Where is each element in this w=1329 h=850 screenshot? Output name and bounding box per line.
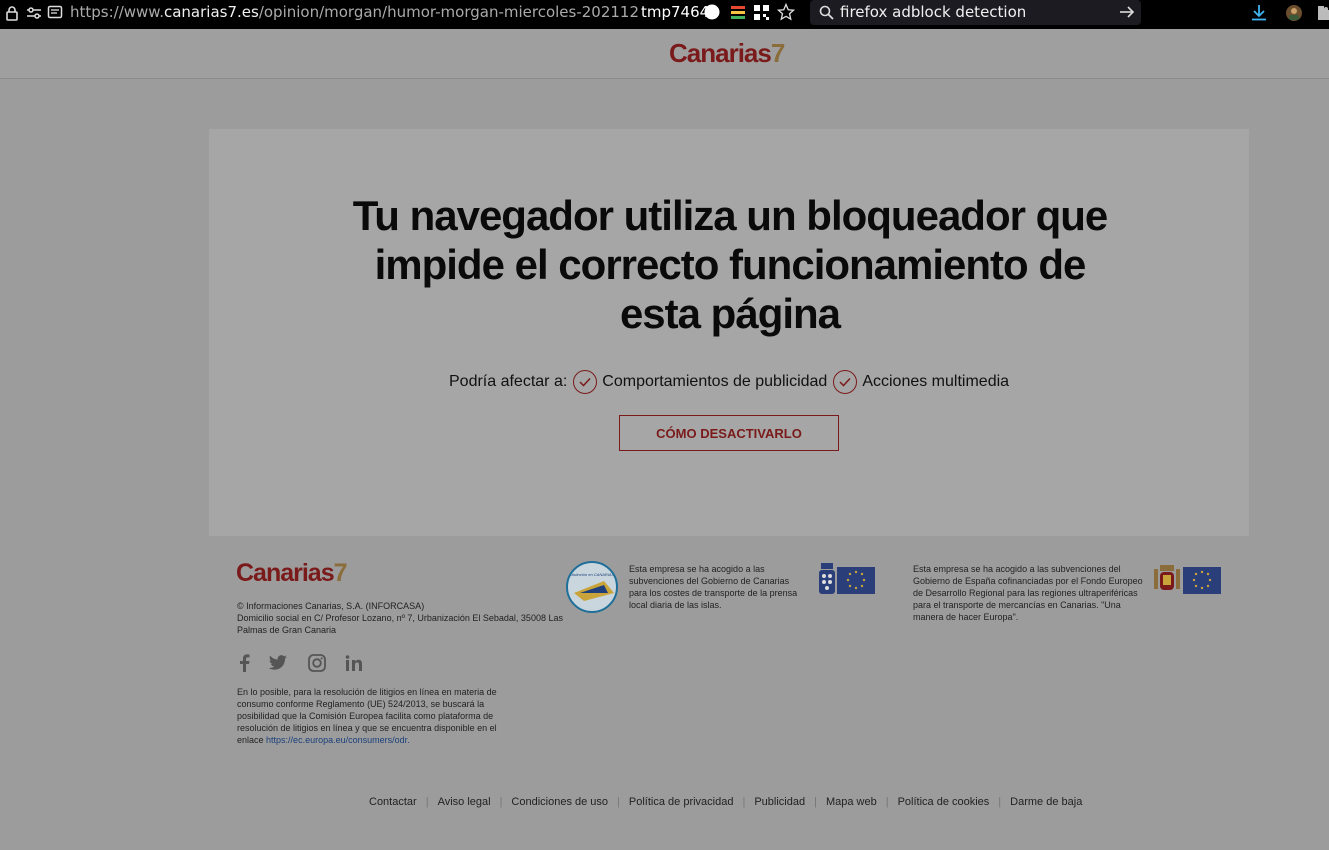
footer-logo[interactable]: Canarias7	[236, 559, 348, 588]
footer-link-privacy[interactable]: Política de privacidad	[620, 796, 743, 808]
browser-toolbar: https://www.canarias7.es/opinion/morgan/…	[0, 0, 1329, 29]
spain-coat-of-arms-icon	[1152, 563, 1182, 595]
check-circle-icon	[573, 370, 598, 394]
footer-logo-text: Canarias	[236, 559, 335, 587]
adblock-headline: Tu navegador utiliza un bloqueador que i…	[352, 192, 1109, 337]
canarias-coat-of-arms-icon	[818, 563, 836, 595]
affect-row: Podría afectar a: Comportamientos de pub…	[449, 370, 1009, 394]
linkedin-icon[interactable]	[343, 652, 365, 674]
affect-item-advertising: Comportamientos de publicidad	[602, 373, 828, 390]
bookmark-star-icon[interactable]	[777, 3, 795, 21]
eu-flag-icon	[1183, 567, 1221, 594]
downloads-icon[interactable]	[1251, 4, 1267, 21]
qr-code-icon[interactable]	[754, 5, 769, 20]
site-header: Canarias7	[0, 29, 1329, 79]
logo-number: 7	[770, 38, 786, 68]
footer-link-contact[interactable]: Contactar	[360, 796, 426, 808]
affect-label: Podría afectar a:	[449, 373, 568, 390]
reader-view-icon[interactable]	[47, 5, 63, 21]
container-dot-icon[interactable]	[704, 4, 720, 20]
grant-spain-text: Esta empresa se ha acogido a las subvenc…	[913, 564, 1143, 622]
footer-link-sitemap[interactable]: Mapa web	[817, 796, 886, 808]
check-circle-icon	[833, 370, 858, 394]
badge-text: Distinción en CANARIAS	[569, 572, 615, 577]
url-prefix: https://www.	[70, 3, 164, 21]
footer-link-terms[interactable]: Condiciones de uso	[502, 796, 617, 808]
company-address: Domicilio social en C/ Profesor Lozano, …	[237, 613, 563, 635]
permissions-icon[interactable]	[26, 6, 42, 20]
facebook-icon[interactable]	[233, 652, 255, 674]
footer-logo-number: 7	[333, 559, 348, 587]
footer-links: Contactar | Aviso legal | Condiciones de u…	[360, 796, 1091, 808]
eu-flag-icon	[837, 567, 875, 594]
grant-canarias-text: Esta empresa se ha acogido a las subvenc…	[629, 564, 798, 610]
lock-icon[interactable]	[5, 5, 19, 21]
url-path: /opinion/morgan/humor-morgan-miercoles-2…	[258, 3, 638, 21]
search-icon	[819, 5, 834, 20]
extension-stack-icon[interactable]	[730, 4, 746, 22]
profile-avatar-icon[interactable]	[1285, 4, 1303, 22]
site-logo[interactable]: Canarias7	[669, 38, 786, 69]
extension-puzzle-icon[interactable]	[1316, 4, 1329, 22]
url-host: canarias7.es	[163, 3, 259, 21]
how-to-disable-button[interactable]: CÓMO DESACTIVARLO	[619, 415, 839, 451]
container-label: tmp7464	[641, 3, 710, 21]
canarias-distinction-badge: Distinción en CANARIAS	[566, 561, 618, 613]
footer-link-advertising[interactable]: Publicidad	[745, 796, 814, 808]
logo-text: Canarias	[669, 38, 772, 68]
footer-link-cookies[interactable]: Política de cookies	[889, 796, 999, 808]
url-bar[interactable]: https://www.canarias7.es/opinion/morgan/…	[70, 3, 638, 21]
twitter-icon[interactable]	[267, 652, 289, 674]
litigation-notice: En lo posible, para la resolución de lit…	[237, 686, 507, 746]
instagram-icon[interactable]	[306, 652, 328, 674]
footer-link-legal[interactable]: Aviso legal	[429, 796, 500, 808]
company-name: © Informaciones Canarias, S.A. (INFORCAS…	[237, 601, 425, 611]
odr-link[interactable]: https://ec.europa.eu/consumers/odr.	[266, 735, 410, 745]
search-query: firefox adblock detection	[840, 3, 1027, 21]
search-go-arrow-icon[interactable]	[1119, 5, 1135, 19]
affect-item-multimedia: Acciones multimedia	[862, 373, 1010, 390]
footer-link-unsubscribe[interactable]: Darme de baja	[1001, 796, 1091, 808]
